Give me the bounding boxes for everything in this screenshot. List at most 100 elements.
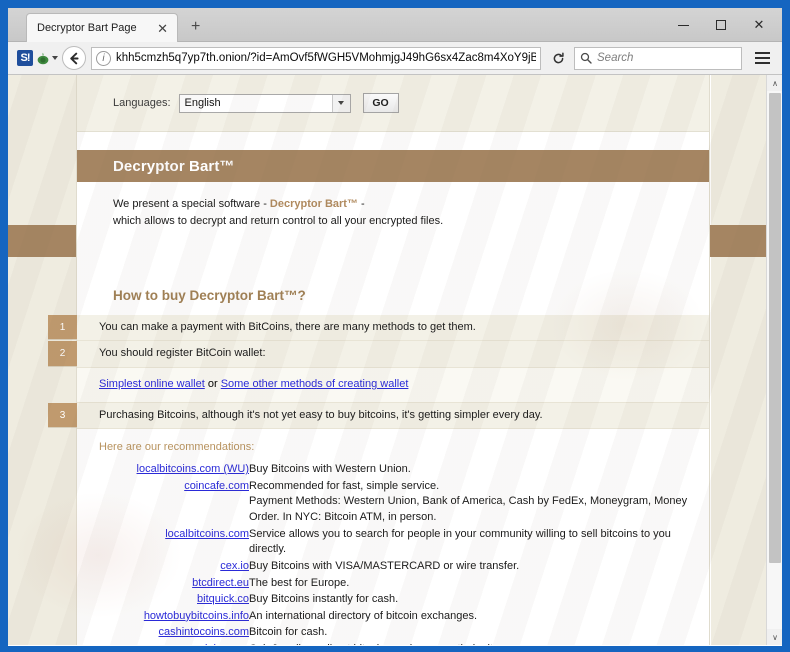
hamburger-menu-icon[interactable] <box>748 44 776 72</box>
recommendation-row: howtobuybitcoins.info An international di… <box>99 609 699 626</box>
scroll-up-button[interactable]: ∧ <box>767 75 782 91</box>
recommendation-description-cell: Recommended for fast, simple service. Pay… <box>249 479 688 524</box>
intro-line1-suffix: - <box>357 198 365 210</box>
recommendation-row: btcdirect.eu The best for Europe. <box>99 576 699 593</box>
recommendation-row: localbitcoins.com Service allows you to s… <box>99 527 699 559</box>
step-number: 3 <box>48 402 77 429</box>
recommendation-description-cell: Service allows you to search for people … <box>249 527 671 556</box>
language-selected-value: English <box>184 97 221 109</box>
recommendation-site-cell: btcdirect.eu <box>99 576 249 593</box>
wallet-links-row: Simplest online wallet or Some other met… <box>77 367 709 403</box>
menu-line <box>754 62 770 64</box>
reload-button[interactable] <box>546 47 570 70</box>
page-viewport: Languages: English GO Decryptor Bart™ We… <box>8 75 782 645</box>
recommendations-section: Here are our recommendations: localbitco… <box>77 429 709 645</box>
torbutton-button[interactable] <box>36 47 58 69</box>
spacer <box>77 132 709 150</box>
chevron-down-icon <box>52 56 58 60</box>
other-wallet-methods-link[interactable]: Some other methods of creating wallet <box>221 378 409 390</box>
recommendation-site-cell: bitquick.co <box>99 592 249 609</box>
recommendation-link[interactable]: localbitcoins.com <box>165 528 249 540</box>
recommendations-title: Here are our recommendations: <box>99 441 255 454</box>
scrollbar-thumb[interactable] <box>769 93 781 563</box>
search-bar[interactable]: Search <box>574 46 742 70</box>
recommendation-site-cell: cex.io <box>99 559 249 576</box>
recommendation-link[interactable]: cex.io <box>220 560 249 572</box>
recommendations-body: localbitcoins.com (WU) Buy Bitcoins with … <box>99 462 699 645</box>
links-conjunction: or <box>204 377 221 390</box>
new-tab-button[interactable]: + <box>191 19 200 35</box>
language-bar: Languages: English GO <box>77 75 709 132</box>
menu-line <box>754 57 770 59</box>
page-right-gutter <box>711 75 766 645</box>
browser-window-inner: Decryptor Bart Page ✕ + ✕ S! i khh5cmzh5… <box>8 8 782 646</box>
search-input[interactable]: Search <box>597 52 633 64</box>
url-bar[interactable]: i khh5cmzh5q7yp7th.onion/?id=AmOvf5fWGH5… <box>91 46 541 70</box>
go-button[interactable]: GO <box>362 93 399 113</box>
search-icon <box>580 52 592 64</box>
page-content: Languages: English GO Decryptor Bart™ We… <box>48 75 710 645</box>
recommendations-table: localbitcoins.com (WU) Buy Bitcoins with … <box>99 462 699 645</box>
noscript-icon: S! <box>17 50 33 66</box>
recommendation-description-cell: Buy Bitcoins with Western Union. <box>249 463 411 476</box>
step-row: 3 Purchasing Bitcoins, although it's not… <box>48 402 709 430</box>
recommendation-link[interactable]: btcdirect.eu <box>192 577 249 589</box>
recommendation-site-cell: localbitcoins.com (WU) <box>99 462 249 479</box>
maximize-icon <box>716 20 726 30</box>
recommendation-site-cell: cashintocoins.com <box>99 625 250 642</box>
noscript-extension-button[interactable]: S! <box>14 47 36 69</box>
simplest-online-wallet-link[interactable]: Simplest online wallet <box>99 378 205 390</box>
minimize-button[interactable] <box>664 10 702 40</box>
site-banner: Decryptor Bart™ <box>77 150 709 182</box>
recommendation-link[interactable]: coincafe.com <box>184 480 249 492</box>
scroll-down-button[interactable]: ∨ <box>767 629 782 645</box>
reload-icon <box>553 52 564 63</box>
recommendation-link[interactable]: howtobuybitcoins.info <box>144 610 249 622</box>
maximize-button[interactable] <box>702 10 740 40</box>
onion-icon <box>36 51 58 65</box>
recommendation-description-cell: Buy Bitcoins instantly for cash. <box>249 593 399 606</box>
caret-glyph <box>338 101 344 105</box>
step-number: 2 <box>48 341 77 367</box>
recommendation-row: coincafe.com Recommended for fast, simple… <box>99 479 699 527</box>
step-row: 2 You should register BitCoin wallet: <box>48 341 709 368</box>
recommendation-description-cell: Bitcoin for cash. <box>249 626 328 639</box>
tab-strip: Decryptor Bart Page ✕ + ✕ <box>8 8 782 42</box>
site-identity-icon[interactable]: i <box>96 50 111 66</box>
recommendation-description-cell: The best for Europe. <box>249 576 350 589</box>
recommendation-link[interactable]: localbitcoins.com (WU) <box>137 463 249 475</box>
recommendation-site-cell: localbitcoins.com <box>99 527 249 559</box>
recommendation-row: localbitcoins.com (WU) Buy Bitcoins with … <box>99 462 699 479</box>
recommendation-link[interactable]: bitquick.co <box>197 593 249 605</box>
language-label: Languages: <box>113 97 171 109</box>
recommendation-link[interactable]: coinjar.com <box>193 643 249 645</box>
site-title: Decryptor Bart™ <box>113 157 235 175</box>
back-button[interactable] <box>62 46 86 70</box>
menu-line <box>754 52 770 54</box>
navigation-toolbar: S! i khh5cmzh5q7yp7th.onion/?id=AmOvf5fW… <box>8 42 782 75</box>
chevron-down-icon[interactable] <box>331 94 350 112</box>
minimize-icon <box>677 24 689 26</box>
page-scrollbar[interactable]: ∧ ∨ <box>766 75 782 645</box>
step-row: 1 You can make a payment with BitCoins, … <box>48 315 709 342</box>
close-window-button[interactable]: ✕ <box>740 10 778 40</box>
intro-line2: which allows to decrypt and return contr… <box>113 215 444 228</box>
recommendation-description-cell: An international directory of bitcoin ex… <box>249 609 478 622</box>
recommendation-site-cell: howtobuybitcoins.info <box>99 609 249 626</box>
recommendation-description-cell: Buy Bitcoins with VISA/MASTERCARD or wir… <box>249 559 520 572</box>
browser-tab[interactable]: Decryptor Bart Page ✕ <box>26 13 178 42</box>
recommendation-description-cell: CoinJar allows direct bitcoin purchases … <box>249 642 699 645</box>
step-text: You can make a payment with BitCoins, th… <box>77 315 709 341</box>
language-select[interactable]: English <box>178 93 351 113</box>
url-input[interactable]: khh5cmzh5q7yp7th.onion/?id=AmOvf5fWGH5VM… <box>116 52 536 64</box>
web-page: Languages: English GO Decryptor Bart™ We… <box>8 75 766 645</box>
recommendation-link[interactable]: cashintocoins.com <box>159 626 250 638</box>
section-heading: How to buy Decryptor Bart™? <box>77 272 709 316</box>
intro-line1-prefix: We present a special software - <box>113 198 270 210</box>
recommendation-row: bitquick.co Buy Bitcoins instantly for ca… <box>99 592 699 609</box>
close-tab-icon[interactable]: ✕ <box>154 22 171 35</box>
step-number: 1 <box>48 315 77 341</box>
browser-window: Decryptor Bart Page ✕ + ✕ S! i khh5cmzh5… <box>0 0 790 652</box>
step-text: You should register BitCoin wallet: <box>77 341 709 367</box>
recommendation-row: coinjar.comCoinJar allows direct bitcoin… <box>99 642 699 645</box>
